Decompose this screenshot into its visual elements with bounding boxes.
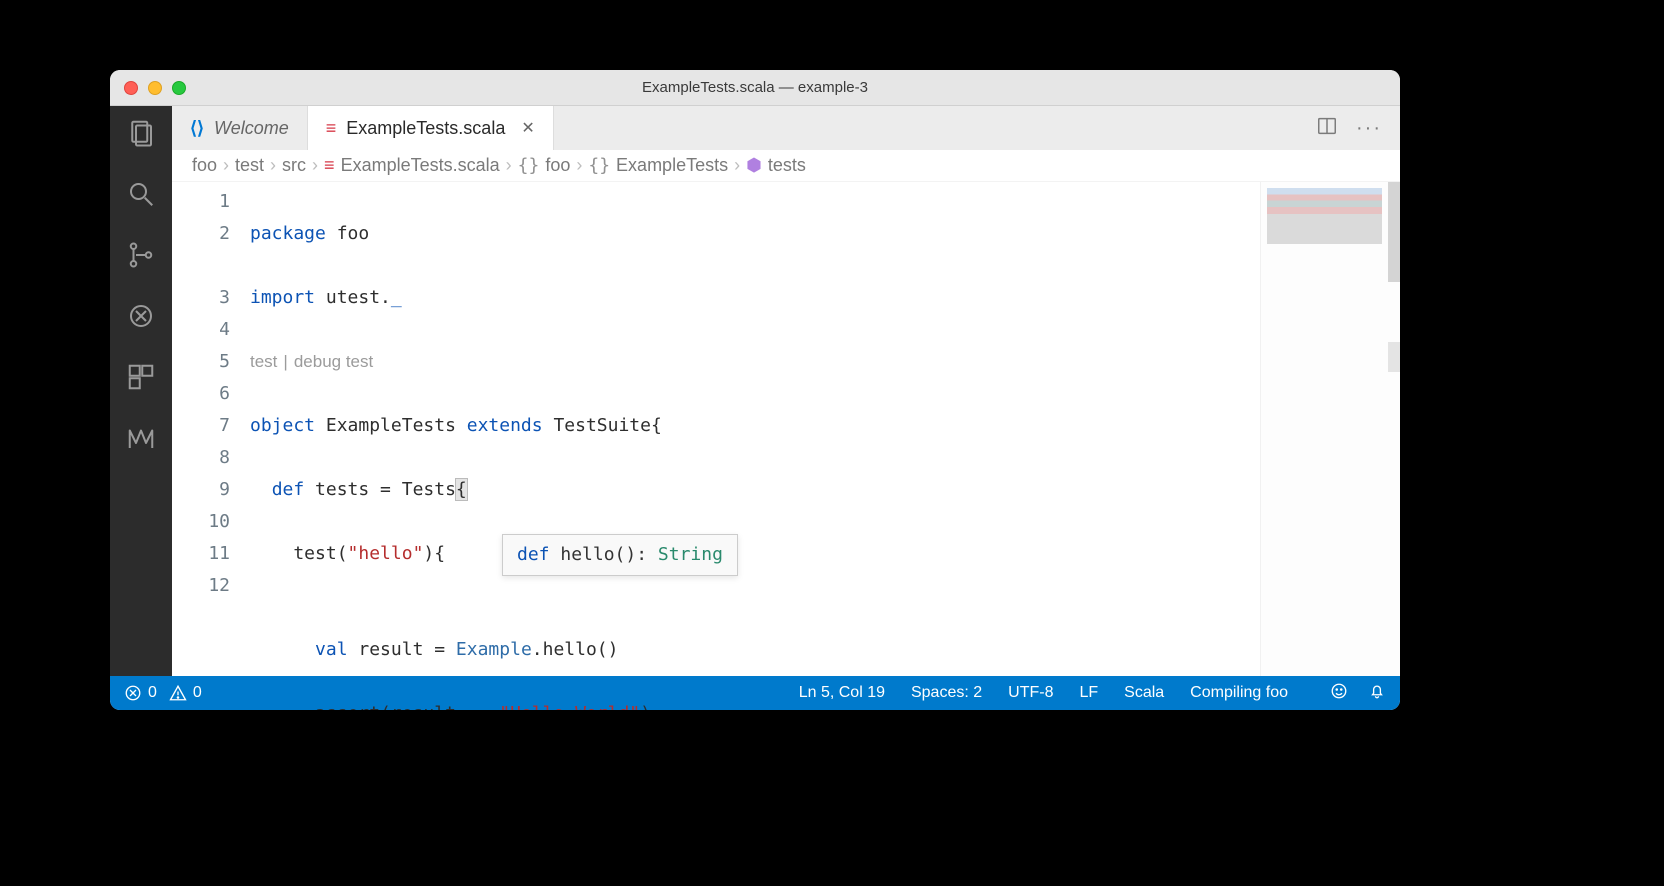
activity-bar (110, 106, 172, 676)
minimap[interactable] (1260, 182, 1400, 676)
scala-file-icon: ≡ (326, 118, 337, 139)
code-content[interactable]: package foo import utest._ test|debug te… (250, 182, 1260, 676)
window-title: ExampleTests.scala — example-3 (110, 79, 1400, 96)
symbol-method-icon: ⬢ (746, 155, 762, 176)
titlebar: ExampleTests.scala — example-3 (110, 70, 1400, 106)
editor-main: ⟨⟩ Welcome ≡ ExampleTests.scala ✕ ··· fo… (172, 106, 1400, 676)
breadcrumb-item[interactable]: src (282, 155, 306, 176)
notifications-icon[interactable] (1368, 682, 1386, 705)
scala-file-icon: ≡ (324, 155, 335, 176)
maximize-window-button[interactable] (172, 81, 186, 95)
window-controls (124, 81, 186, 95)
breadcrumb-item[interactable]: test (235, 155, 264, 176)
namespace-icon: {} (518, 155, 540, 176)
explorer-icon[interactable] (126, 118, 156, 153)
codelens[interactable]: test|debug test (250, 346, 1260, 378)
tab-example-tests[interactable]: ≡ ExampleTests.scala ✕ (308, 106, 554, 150)
extensions-icon[interactable] (126, 362, 156, 397)
close-tab-icon[interactable]: ✕ (521, 118, 534, 138)
namespace-icon: {} (588, 155, 610, 176)
error-count: 0 (148, 684, 157, 702)
breadcrumb-item[interactable]: foo (545, 155, 570, 176)
feedback-icon[interactable] (1330, 682, 1348, 705)
editor-window: ExampleTests.scala — example-3 ⟨⟩ Welcom… (110, 70, 1400, 710)
warning-count: 0 (193, 684, 202, 702)
tab-label: ExampleTests.scala (346, 118, 505, 139)
breadcrumb-item[interactable]: foo (192, 155, 217, 176)
split-editor-icon[interactable] (1316, 115, 1338, 142)
metals-icon[interactable] (126, 423, 156, 458)
search-icon[interactable] (126, 179, 156, 214)
minimap-scroll-thumb[interactable] (1388, 182, 1400, 282)
editor-scroll-thumb[interactable] (1388, 342, 1400, 372)
tab-actions: ··· (1298, 106, 1400, 150)
window-body: ⟨⟩ Welcome ≡ ExampleTests.scala ✕ ··· fo… (110, 106, 1400, 676)
breadcrumb-item[interactable]: ExampleTests (616, 155, 728, 176)
source-control-icon[interactable] (126, 240, 156, 275)
more-actions-icon[interactable]: ··· (1356, 117, 1382, 140)
hover-tooltip: def hello(): String (502, 534, 738, 576)
close-window-button[interactable] (124, 81, 138, 95)
tab-welcome[interactable]: ⟨⟩ Welcome (172, 106, 308, 150)
tab-bar: ⟨⟩ Welcome ≡ ExampleTests.scala ✕ ··· (172, 106, 1400, 150)
breadcrumbs[interactable]: foo› test› src› ≡ ExampleTests.scala› {}… (172, 150, 1400, 182)
breadcrumb-item[interactable]: ExampleTests.scala (341, 155, 500, 176)
problems-indicator[interactable]: 0 0 (124, 684, 202, 702)
line-gutter: 1 2 3 4 5 6 7 8 9 10 11 12 (172, 182, 250, 676)
minimize-window-button[interactable] (148, 81, 162, 95)
tab-label: Welcome (214, 118, 289, 139)
vscode-icon: ⟨⟩ (190, 118, 204, 139)
debug-icon[interactable] (126, 301, 156, 336)
breadcrumb-item[interactable]: tests (768, 155, 806, 176)
editor-area[interactable]: 1 2 3 4 5 6 7 8 9 10 11 12 package foo i… (172, 182, 1400, 676)
